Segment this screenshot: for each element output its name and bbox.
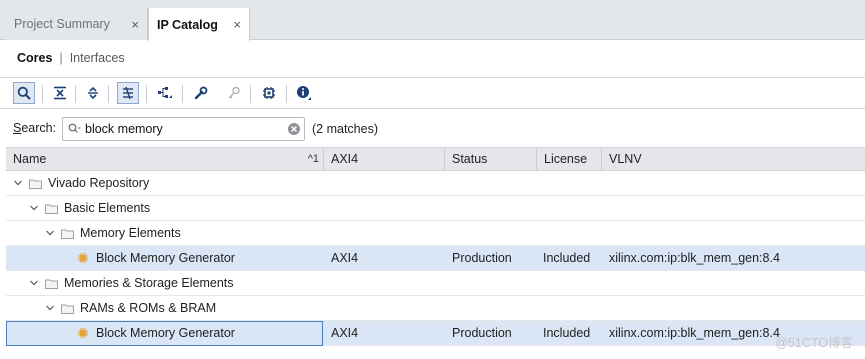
- axi4-cell: AXI4: [331, 251, 359, 265]
- license-cell: [543, 196, 602, 220]
- close-icon[interactable]: ×: [131, 17, 139, 32]
- watermark: @51CTO博客: [775, 336, 853, 350]
- customize-wrench-icon[interactable]: [190, 82, 212, 104]
- subtab-interfaces[interactable]: Interfaces: [70, 51, 125, 65]
- vlnv-cell: xilinx.com:ip:blk_mem_gen:8.4: [609, 251, 780, 265]
- vlnv-cell: [609, 271, 849, 295]
- column-header-name[interactable]: Name ^1: [6, 148, 324, 171]
- table-row-category[interactable]: Memories & Storage Elements: [6, 271, 865, 296]
- license-cell: [543, 296, 602, 320]
- axi4-cell: [331, 221, 445, 245]
- vlnv-cell: [609, 296, 849, 320]
- table-body: Vivado Repository Basic Elements Memory El…: [6, 171, 865, 346]
- tab-project-summary[interactable]: Project Summary ×: [6, 8, 148, 40]
- focus-outline: [6, 321, 323, 346]
- axi4-cell: [331, 171, 445, 195]
- row-name: Vivado Repository: [48, 176, 150, 190]
- license-cell: [543, 171, 602, 195]
- folder-icon: [61, 228, 75, 239]
- name-cell: Memories & Storage Elements: [6, 271, 324, 295]
- table-row-ip[interactable]: Block Memory Generator AXI4 Production Incl…: [6, 321, 865, 346]
- column-header-status[interactable]: Status: [445, 148, 537, 171]
- status-cell: Production: [452, 326, 512, 340]
- folder-icon: [45, 278, 59, 289]
- match-count: (2 matches): [312, 122, 378, 136]
- license-cell: Included: [543, 251, 591, 265]
- collapse-all-icon[interactable]: [49, 82, 71, 104]
- status-cell: [452, 221, 537, 245]
- info-icon[interactable]: [293, 82, 315, 104]
- table-row-category[interactable]: Memory Elements: [6, 221, 865, 246]
- tab-label: IP Catalog: [157, 17, 218, 32]
- status-cell: [452, 271, 537, 295]
- key-icon[interactable]: [223, 82, 245, 104]
- name-cell: Vivado Repository: [6, 171, 324, 195]
- expand-all-icon[interactable]: [82, 82, 104, 104]
- table-header: Name ^1 AXI4 Status License VLNV: [6, 147, 865, 171]
- editor-tab-strip: Project Summary × IP Catalog ×: [0, 0, 865, 41]
- flatten-hierarchy-icon[interactable]: [117, 82, 139, 104]
- row-name: Memory Elements: [80, 226, 181, 240]
- name-cell: RAMs & ROMs & BRAM: [6, 296, 324, 320]
- axi4-cell: [331, 296, 445, 320]
- search-label: Search:: [13, 121, 57, 135]
- license-cell: [543, 271, 602, 295]
- chevron-down-icon[interactable]: [11, 179, 25, 187]
- tab-ip-catalog[interactable]: IP Catalog ×: [148, 8, 250, 41]
- license-cell: [543, 221, 602, 245]
- search-icon[interactable]: [13, 82, 35, 104]
- status-cell: Production: [452, 251, 512, 265]
- name-cell: Block Memory Generator: [6, 246, 324, 270]
- axi4-cell: AXI4: [331, 326, 359, 340]
- table-row-ip[interactable]: Block Memory Generator AXI4 Production Incl…: [6, 246, 865, 271]
- search-icon: [63, 123, 85, 135]
- status-cell: [452, 296, 537, 320]
- axi4-cell: [331, 196, 445, 220]
- chevron-down-icon[interactable]: [43, 229, 57, 237]
- status-cell: [452, 196, 537, 220]
- catalog-view-switch: Cores | Interfaces: [17, 49, 125, 67]
- search-input[interactable]: block memory: [62, 117, 305, 141]
- close-icon[interactable]: ×: [233, 17, 241, 32]
- chevron-down-icon[interactable]: [27, 204, 41, 212]
- tab-label: Project Summary: [14, 17, 110, 31]
- clear-search-icon[interactable]: [284, 122, 304, 136]
- row-name: Basic Elements: [64, 201, 151, 215]
- table-row-category[interactable]: RAMs & ROMs & BRAM: [6, 296, 865, 321]
- row-name: RAMs & ROMs & BRAM: [80, 301, 217, 315]
- row-name: Block Memory Generator: [96, 251, 235, 265]
- column-header-license[interactable]: License: [537, 148, 602, 171]
- ip-catalog-table: Name ^1 AXI4 Status License VLNV Vivado …: [6, 147, 865, 346]
- vlnv-cell: [609, 221, 849, 245]
- row-name: Memories & Storage Elements: [64, 276, 234, 290]
- name-cell: Memory Elements: [6, 221, 324, 245]
- chip-icon[interactable]: [258, 82, 280, 104]
- chevron-down-icon[interactable]: [43, 304, 57, 312]
- table-row-category[interactable]: Basic Elements: [6, 196, 865, 221]
- vlnv-cell: [609, 196, 849, 220]
- ip-core-icon: [77, 252, 91, 264]
- hierarchy-icon[interactable]: [154, 82, 176, 104]
- column-header-vlnv[interactable]: VLNV: [602, 148, 854, 171]
- column-header-axi4[interactable]: AXI4: [324, 148, 445, 171]
- subtab-cores[interactable]: Cores: [17, 51, 52, 65]
- search-value: block memory: [85, 122, 163, 136]
- subtab-separator: |: [59, 51, 63, 65]
- folder-icon: [61, 303, 75, 314]
- folder-icon: [45, 203, 59, 214]
- status-cell: [452, 171, 537, 195]
- name-cell: Basic Elements: [6, 196, 324, 220]
- sort-indicator: ^1: [307, 153, 319, 165]
- folder-icon: [29, 178, 43, 189]
- table-row-category[interactable]: Vivado Repository: [6, 171, 865, 196]
- license-cell: Included: [543, 326, 591, 340]
- catalog-toolbar: [0, 77, 865, 109]
- chevron-down-icon[interactable]: [27, 279, 41, 287]
- vlnv-cell: [609, 171, 849, 195]
- axi4-cell: [331, 271, 445, 295]
